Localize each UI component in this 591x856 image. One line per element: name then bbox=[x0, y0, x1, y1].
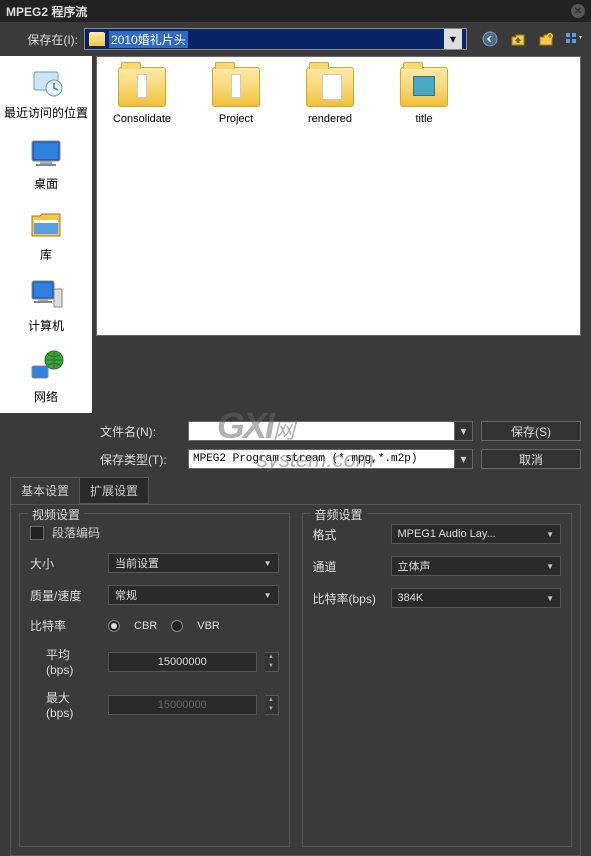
sidebar-label: 最近访问的位置 bbox=[4, 104, 88, 121]
channel-label: 通道 bbox=[313, 558, 383, 575]
quality-label: 质量/速度 bbox=[30, 587, 100, 604]
window-title: MPEG2 程序流 bbox=[6, 3, 87, 20]
sidebar-item-desktop[interactable]: 桌面 bbox=[28, 135, 64, 192]
save-in-label: 保存在(I): bbox=[8, 31, 78, 48]
vbr-radio[interactable] bbox=[171, 620, 183, 632]
segment-checkbox[interactable] bbox=[30, 526, 44, 540]
back-icon[interactable] bbox=[481, 30, 499, 48]
folder-icon bbox=[118, 67, 166, 107]
tab-basic[interactable]: 基本设置 bbox=[10, 477, 80, 504]
audio-settings: 音频设置 格式 MPEG1 Audio Lay...▼ 通道 立体声▼ 比特率(… bbox=[302, 513, 573, 847]
tab-advanced[interactable]: 扩展设置 bbox=[80, 477, 149, 504]
folder-label: Project bbox=[219, 113, 253, 125]
folder-label: Consolidate bbox=[113, 113, 171, 125]
vbr-label: VBR bbox=[197, 620, 220, 632]
max-label: 最大 (bps) bbox=[30, 689, 100, 720]
folder-icon bbox=[400, 67, 448, 107]
folder-item[interactable]: rendered bbox=[295, 67, 365, 125]
folder-label: rendered bbox=[308, 113, 352, 125]
abitrate-label: 比特率(bps) bbox=[313, 590, 383, 607]
chevron-down-icon[interactable]: ▾ bbox=[455, 421, 473, 441]
channel-dropdown[interactable]: 立体声▼ bbox=[391, 556, 562, 576]
avg-spinner[interactable]: ▲▼ bbox=[265, 652, 279, 672]
chevron-down-icon[interactable]: ▾ bbox=[455, 449, 473, 469]
path-dropdown[interactable]: 2010婚礼片头 ▾ bbox=[84, 28, 467, 50]
recent-icon bbox=[28, 64, 64, 100]
folder-item[interactable]: Consolidate bbox=[107, 67, 177, 125]
video-legend: 视频设置 bbox=[28, 506, 84, 523]
save-button[interactable]: 保存(S) bbox=[481, 421, 581, 441]
format-label: 格式 bbox=[313, 526, 383, 543]
library-icon bbox=[28, 206, 64, 242]
folder-label: title bbox=[415, 113, 432, 125]
desktop-icon bbox=[28, 135, 64, 171]
filetype-select[interactable]: MPEG2 Program stream (*.mpg,*.m2p) bbox=[188, 449, 455, 469]
bitrate-label: 比特率 bbox=[30, 617, 100, 634]
up-icon[interactable] bbox=[509, 30, 527, 48]
cbr-radio[interactable] bbox=[108, 620, 120, 632]
abitrate-dropdown[interactable]: 384K▼ bbox=[391, 588, 562, 608]
close-icon[interactable]: ✕ bbox=[571, 4, 585, 18]
path-text: 2010婚礼片头 bbox=[109, 31, 188, 48]
video-settings: 视频设置 段落编码 大小 当前设置▼ 质量/速度 常规▼ 比特率 CBR VBR… bbox=[19, 513, 290, 847]
size-dropdown[interactable]: 当前设置▼ bbox=[108, 553, 279, 573]
sidebar-item-library[interactable]: 库 bbox=[28, 206, 64, 263]
sidebar-item-network[interactable]: 网络 bbox=[28, 348, 64, 405]
filename-label: 文件名(N): bbox=[100, 423, 180, 440]
avg-input[interactable]: 15000000 bbox=[108, 652, 257, 672]
view-icon[interactable] bbox=[565, 30, 583, 48]
avg-label: 平均 (bps) bbox=[30, 646, 100, 677]
chevron-down-icon[interactable]: ▾ bbox=[444, 29, 462, 49]
filename-input[interactable] bbox=[188, 421, 455, 441]
sidebar-label: 计算机 bbox=[28, 317, 64, 334]
audio-legend: 音频设置 bbox=[311, 506, 367, 523]
folder-icon bbox=[212, 67, 260, 107]
sidebar-label: 网络 bbox=[34, 388, 58, 405]
size-label: 大小 bbox=[30, 555, 100, 572]
sidebar-item-recent[interactable]: 最近访问的位置 bbox=[4, 64, 88, 121]
sidebar-item-computer[interactable]: 计算机 bbox=[28, 277, 64, 334]
new-folder-icon[interactable] bbox=[537, 30, 555, 48]
network-icon bbox=[28, 348, 64, 384]
filetype-label: 保存类型(T): bbox=[100, 451, 180, 468]
max-input: 15000000 bbox=[108, 695, 257, 715]
quality-dropdown[interactable]: 常规▼ bbox=[108, 585, 279, 605]
sidebar-label: 库 bbox=[40, 246, 52, 263]
max-spinner: ▲▼ bbox=[265, 695, 279, 715]
computer-icon bbox=[28, 277, 64, 313]
cancel-button[interactable]: 取消 bbox=[481, 449, 581, 469]
folder-item[interactable]: Project bbox=[201, 67, 271, 125]
format-dropdown[interactable]: MPEG1 Audio Lay...▼ bbox=[391, 524, 562, 544]
folder-item[interactable]: title bbox=[389, 67, 459, 125]
places-sidebar: 最近访问的位置 桌面 库 计算机 网络 bbox=[0, 56, 92, 413]
file-browser[interactable]: Consolidate Project rendered title bbox=[96, 56, 581, 336]
folder-icon bbox=[306, 67, 354, 107]
sidebar-label: 桌面 bbox=[34, 175, 58, 192]
segment-label: 段落编码 bbox=[52, 524, 100, 541]
cbr-label: CBR bbox=[134, 620, 157, 632]
folder-icon bbox=[89, 32, 105, 46]
